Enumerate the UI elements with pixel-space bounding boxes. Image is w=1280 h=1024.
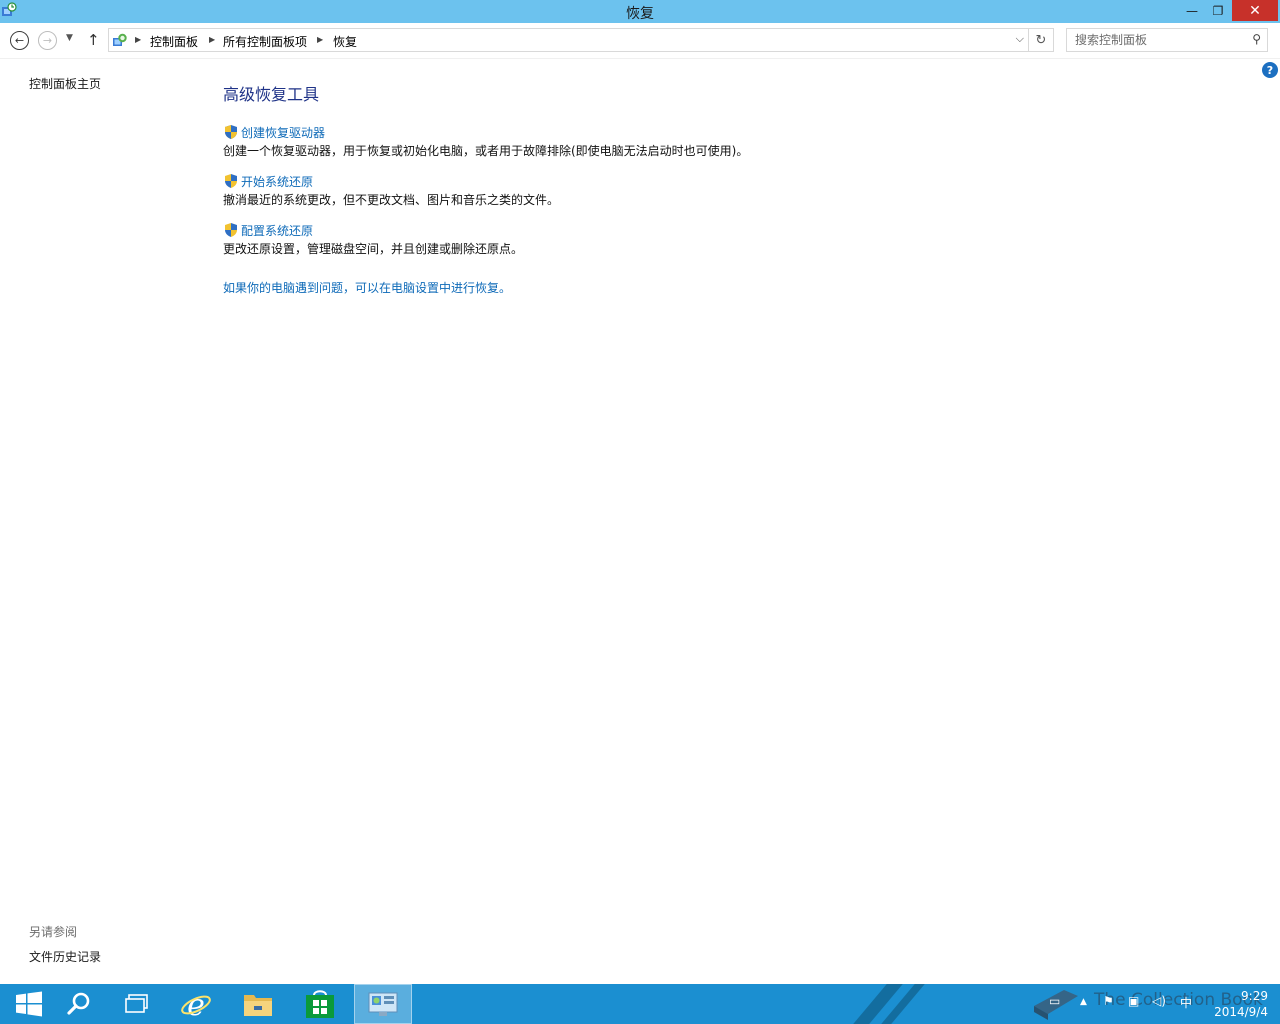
tool-description: 创建一个恢复驱动器，用于恢复或初始化电脑，或者用于故障排除(即使电脑无法启动时也… xyxy=(223,144,749,158)
create-recovery-drive-link[interactable]: 创建恢复驱动器 xyxy=(241,124,325,141)
file-explorer-icon xyxy=(244,995,272,1016)
action-center-icon[interactable]: ▭ xyxy=(1049,994,1060,1008)
svg-text:e: e xyxy=(187,988,205,1020)
show-hidden-icons-icon[interactable]: ▲ xyxy=(1080,997,1087,1007)
volume-icon[interactable]: ◁) xyxy=(1152,994,1166,1008)
arrow-up-icon: ↑ xyxy=(87,31,100,49)
close-button[interactable]: ✕ xyxy=(1232,0,1278,21)
search-input[interactable] xyxy=(1067,29,1245,51)
clock-date: 2014/9/4 xyxy=(1214,1005,1268,1019)
control-panel-home-link[interactable]: 控制面板主页 xyxy=(29,75,101,92)
uac-shield-icon xyxy=(225,125,237,139)
breadcrumb-separator-icon[interactable]: ▶ xyxy=(317,35,323,44)
control-panel-icon xyxy=(113,33,127,46)
search-icon[interactable]: ⚲ xyxy=(1252,32,1261,46)
internet-explorer-icon: e xyxy=(181,988,211,1020)
configure-system-restore-link[interactable]: 配置系统还原 xyxy=(241,222,313,239)
uac-shield-icon xyxy=(225,174,237,188)
back-button[interactable]: ← xyxy=(10,31,29,50)
forward-button[interactable]: → xyxy=(38,31,57,50)
minimize-button[interactable]: — xyxy=(1178,0,1206,21)
breadcrumb-separator-icon[interactable]: ▶ xyxy=(209,35,215,44)
refresh-icon: ↻ xyxy=(1035,32,1047,48)
page-title: 高级恢复工具 xyxy=(223,85,320,104)
start-system-restore-link[interactable]: 开始系统还原 xyxy=(241,173,313,190)
pc-settings-recovery-link[interactable]: 如果你的电脑遇到问题，可以在电脑设置中进行恢复。 xyxy=(223,279,511,296)
see-also-label: 另请参阅 xyxy=(29,925,78,939)
tool-start-system-restore: 开始系统还原 撤消最近的系统更改，但不更改文档、图片和音乐之类的文件。 xyxy=(223,173,559,208)
task-view-button[interactable] xyxy=(108,984,166,1024)
breadcrumb-control-panel[interactable]: 控制面板 xyxy=(150,33,198,50)
breadcrumb-separator-icon[interactable]: ▶ xyxy=(135,35,141,44)
clock-time: 9:29 xyxy=(1241,989,1268,1003)
network-icon[interactable]: ▣ xyxy=(1128,994,1139,1008)
address-bar[interactable]: ▶ 控制面板 ▶ 所有控制面板项 ▶ 恢复 ⌵ xyxy=(108,28,1029,52)
arrow-left-icon: ← xyxy=(14,34,25,47)
tool-description: 更改还原设置，管理磁盘空间，并且创建或删除还原点。 xyxy=(223,242,524,256)
internet-explorer-button[interactable]: e xyxy=(167,984,225,1024)
breadcrumb-recovery[interactable]: 恢复 xyxy=(333,33,357,50)
task-view-icon xyxy=(125,994,148,1013)
navigation-bar: ← → ▼ ↑ ▶ 控制面板 ▶ 所有控制面板项 ▶ 恢复 ⌵ ↻ ⚲ xyxy=(0,23,1280,59)
arrow-right-icon: → xyxy=(42,34,53,47)
start-icon xyxy=(16,991,42,1017)
chevron-down-icon: ▼ xyxy=(66,33,73,43)
control-panel-icon xyxy=(368,992,398,1016)
title-bar: 恢复 — ❐ ✕ xyxy=(0,0,1280,23)
file-explorer-button[interactable] xyxy=(229,984,287,1024)
search-box: ⚲ xyxy=(1066,28,1268,52)
tool-create-recovery-drive: 创建恢复驱动器 创建一个恢复驱动器，用于恢复或初始化电脑，或者用于故障排除(即使… xyxy=(223,124,748,159)
ime-indicator[interactable]: 中 xyxy=(1180,994,1192,1011)
refresh-button[interactable]: ↻ xyxy=(1029,28,1054,52)
window-title: 恢复 xyxy=(626,6,654,22)
search-icon xyxy=(67,992,90,1015)
store-icon xyxy=(306,990,334,1018)
taskbar: e The Collection Book ▭ ▲ ⚑ ▣ ◁) 中 9:29 … xyxy=(0,984,1280,1024)
address-dropdown-icon[interactable]: ⌵ xyxy=(1016,32,1024,46)
store-button[interactable] xyxy=(291,984,349,1024)
search-taskbar-button[interactable] xyxy=(50,984,108,1024)
breadcrumb-all-items[interactable]: 所有控制面板项 xyxy=(223,33,307,50)
up-button[interactable]: ↑ xyxy=(87,31,100,49)
control-panel-taskbar-button[interactable] xyxy=(354,984,412,1024)
clock[interactable]: 9:29 2014/9/4 xyxy=(1196,988,1268,1020)
recent-locations-button[interactable]: ▼ xyxy=(66,33,73,43)
file-history-link[interactable]: 文件历史记录 xyxy=(29,948,101,965)
restore-button[interactable]: ❐ xyxy=(1204,0,1232,21)
flag-icon[interactable]: ⚑ xyxy=(1103,994,1114,1008)
uac-shield-icon xyxy=(225,223,237,237)
help-button[interactable]: ? xyxy=(1262,62,1278,78)
tool-description: 撤消最近的系统更改，但不更改文档、图片和音乐之类的文件。 xyxy=(223,193,560,207)
tool-configure-system-restore: 配置系统还原 更改还原设置，管理磁盘空间，并且创建或删除还原点。 xyxy=(223,222,523,257)
